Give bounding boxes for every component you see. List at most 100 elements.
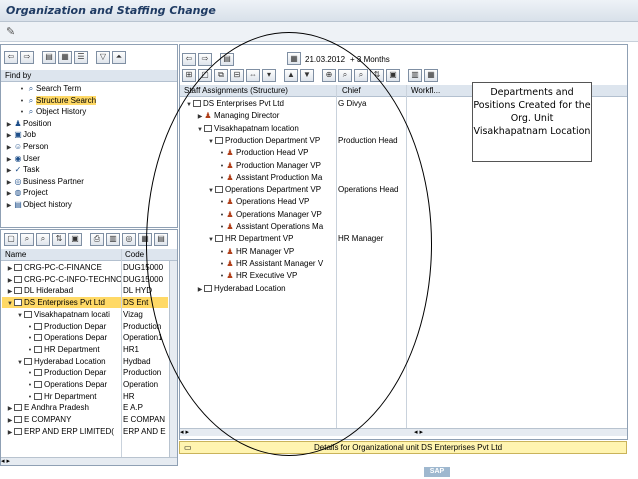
table-row[interactable]: ▶ E Andhra Pradesh E A.P [2,402,168,413]
table-row[interactable]: ▼ Visakhapatnam locati Vizag [2,309,168,320]
settings-icon[interactable]: ▦ [58,50,72,64]
find-by-item[interactable]: ▶ ▤Object history [5,199,72,210]
back-arrow-icon[interactable]: ⇦ [182,52,196,66]
find-by-item-label: Person [23,142,49,151]
hit-list-code: E A.P [123,403,144,413]
doc-icon[interactable]: ▢ [4,232,18,246]
find-by-item-label: Job [23,130,36,140]
find-by-header: Find by [1,70,177,82]
table-row[interactable]: • Production Depar Production [2,367,168,378]
table-row[interactable]: ▶ CRG-PC-C-INFO-TECHNO DUG15000 [2,274,168,285]
job-icon: ▣ [14,130,22,140]
hit-list-hscroll[interactable]: ◂ ▸ [1,457,177,465]
bullet-icon: • [28,370,32,378]
annotation-callout: Departments and Positions Created for th… [472,82,592,162]
hit-list-name: ▼ Visakhapatnam locati [16,309,122,320]
table-row[interactable]: ▶ ERP AND ERP LIMITED(ERP AND E [2,426,168,437]
list-icon[interactable]: ☰ [74,50,88,64]
org-unit-icon [34,392,42,400]
find-by-item[interactable]: ▶ ◉ User [5,153,40,164]
back-arrow-icon[interactable]: ⇦ [4,50,18,64]
binoculars-icon[interactable]: ⌕ [20,232,34,246]
find-by-item[interactable]: ▶ ☺Person [5,141,49,152]
hit-list-col-divider [121,249,122,457]
hit-list-name: • Hr Department [26,391,122,402]
collapse-icon[interactable]: ⏶ [112,50,126,64]
find-by-item[interactable]: ▶ ▣Job [5,129,36,140]
org-unit-icon [24,357,32,365]
hit-list-code: HR1 [123,344,140,354]
export-icon[interactable]: ▣ [68,232,82,246]
table-row[interactable]: • Production Depar Production [2,321,168,332]
filter-icon[interactable]: ▽ [96,50,110,64]
hit-list-name: ▶ CRG-PC-C-INFO-TECHNO [6,274,122,285]
table-row[interactable]: ▼ Hyderabad Location Hydbad [2,356,168,367]
binoculars-icon: ⌕ [28,84,34,93]
hit-list-code: Hydbad [123,356,151,366]
table-icon[interactable]: ▦ [424,68,438,82]
table-row[interactable]: ▶ CRG-PC-C-FINANCE DUG15000 [2,262,168,273]
find-by-item[interactable]: ▶ ✓ Task [5,164,40,175]
table-row[interactable]: ▼ DS Enterprises Pvt Ltd DS Ent [2,297,168,309]
org-unit-icon [14,264,22,271]
hit-list-name-text: DS Enterprises Pvt Ltd [24,298,105,308]
column-code[interactable]: Code [125,249,144,261]
table-row[interactable]: • Operations Depar Operation [2,379,168,390]
hit-list-name-text: ERP AND ERP LIMITED( [24,426,114,436]
table-row[interactable]: • Operations Depar Operation1 [2,332,168,343]
hit-list-code: Production [123,368,162,378]
hierarchy-icon[interactable]: ⊞ [182,68,196,82]
forward-arrow-icon[interactable]: ⇨ [20,50,34,64]
find-by-item[interactable]: ▶ ◎ Business Partner [5,176,84,187]
export-icon[interactable]: ▣ [386,68,400,82]
pen-icon[interactable]: ✎ [6,25,15,38]
collapse-icon[interactable]: ▼ [6,299,14,308]
hit-list-name-text: Visakhapatnam locati [34,309,110,319]
forward-arrow-icon[interactable]: ⇨ [198,52,212,66]
org-unit-icon [14,287,22,295]
hit-list-name: ▼ DS Enterprises Pvt Ltd [6,297,122,308]
expand-icon[interactable]: ▶ [5,201,13,212]
find-by-item[interactable]: ▶ ◍ Project [5,187,48,198]
collapse-icon[interactable]: ▼ [16,311,24,320]
window-title: Organization and Staffing Change [6,4,216,17]
expand-icon[interactable]: ▶ [6,276,14,285]
bullet-icon: • [28,346,32,354]
view-icon[interactable]: ◎ [122,232,136,246]
find-by-item-label: Search Term [36,84,82,93]
org-unit-icon [14,404,22,412]
hit-list-name-text: Production Depar [44,321,107,331]
table-row[interactable]: ▶ DL Hiderabad DL HYD [2,285,168,296]
expand-icon[interactable]: ▶ [6,287,14,296]
column-name[interactable]: Name [5,249,26,261]
save-icon[interactable]: ▤ [42,50,56,64]
expand-icon[interactable]: ▶ [6,428,14,437]
org-unit-icon [34,334,42,342]
hit-list-name-text: Operations Depar [44,380,108,389]
find-by-item[interactable]: • ⌕ Object History [18,106,86,117]
expand-icon[interactable]: ▶ [6,404,14,413]
expand-icon[interactable]: ▶ [6,264,14,273]
column-workflow[interactable]: Workfl... [411,85,440,97]
layout-icon[interactable]: ▥ [106,232,120,246]
find-by-item[interactable]: • ⌕ Structure Search [18,95,97,106]
find-by-item[interactable]: ▶ ♟Position [5,118,52,129]
find-next-icon[interactable]: ⌕ [36,232,50,246]
people-icon: ☺ [13,142,23,151]
hit-list-code: Vizag [123,309,143,319]
sort-icon[interactable]: ⇅ [52,232,66,246]
history-icon: ▤ [14,200,22,209]
collapse-icon[interactable]: ▼ [16,358,24,367]
find-by-item[interactable]: • ⌕ Search Term [18,83,81,94]
table-row[interactable]: ▶ E COMPANY E COMPAN [2,414,168,425]
table-row[interactable]: • Hr Department HR [2,391,168,402]
columns-icon[interactable]: ▥ [408,68,422,82]
table-row[interactable]: • HR Department HR1 [2,344,168,355]
expand-icon[interactable]: ▶ [6,416,14,425]
print-icon[interactable]: ⎙ [90,232,104,246]
overview-hscroll-right[interactable]: ◂ ▸ [336,428,627,436]
hit-list-name-text: E COMPANY [24,415,72,425]
task-icon: ✓ [14,165,22,175]
hit-list-code: HR [123,391,135,401]
status-text: Details for Organizational unit DS Enter… [314,443,503,452]
